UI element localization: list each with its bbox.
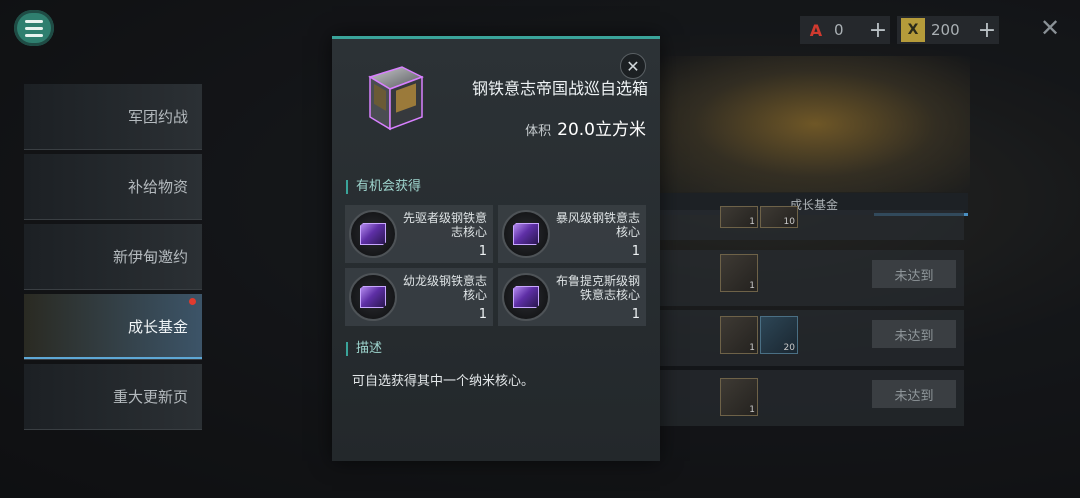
not-reached-button[interactable]: 未达到 bbox=[872, 320, 956, 348]
alliance-credit-icon: A bbox=[809, 20, 823, 40]
reward-count: 1 bbox=[478, 307, 487, 322]
core-icon bbox=[502, 210, 550, 258]
menu-icon bbox=[25, 18, 43, 39]
reward-name: 先驱者级钢铁意志核心 bbox=[402, 211, 487, 239]
add-currency-button[interactable]: + bbox=[975, 18, 999, 43]
reward-card[interactable]: 先驱者级钢铁意志核心 1 bbox=[345, 205, 493, 263]
volume-label: 体积 bbox=[525, 124, 552, 139]
reward-card[interactable]: 幼龙级钢铁意志核心 1 bbox=[345, 268, 493, 326]
rewards-section-label: 有机会获得 bbox=[346, 180, 421, 194]
fund-banner-image bbox=[660, 56, 970, 192]
currency-value: 200 bbox=[931, 21, 960, 39]
core-icon bbox=[349, 273, 397, 321]
reward-item[interactable]: 1 bbox=[720, 378, 758, 416]
fund-row: 1 10 bbox=[660, 206, 964, 240]
not-reached-button[interactable]: 未达到 bbox=[872, 260, 956, 288]
menu-button[interactable] bbox=[14, 10, 54, 46]
sidebar-item-new-eden-invite[interactable]: 新伊甸邀约 bbox=[24, 224, 202, 290]
core-icon bbox=[502, 273, 550, 321]
description-section-label: 描述 bbox=[346, 342, 382, 356]
currency-alliance: A 0 + bbox=[800, 16, 890, 44]
item-detail-popup: ✕ 钢铁意志帝国战巡自选箱 体积 20.0立方米 有机会获得 先驱者级钢铁意志核… bbox=[332, 36, 660, 461]
fund-row: 1 20 未达到 bbox=[660, 310, 964, 366]
sidebar-item-growth-fund[interactable]: 成长基金 bbox=[24, 294, 202, 360]
description-text: 可自选获得其中一个纳米核心。 bbox=[352, 374, 535, 389]
sidebar-item-label: 重大更新页 bbox=[112, 388, 188, 406]
currency-gold: X 200 + bbox=[897, 16, 999, 44]
close-icon[interactable]: ✕ bbox=[1040, 14, 1060, 42]
reward-name: 布鲁提克斯级钢铁意志核心 bbox=[555, 274, 640, 302]
currency-value: 0 bbox=[834, 21, 844, 39]
gold-token-icon: X bbox=[901, 18, 925, 42]
sidebar-item-label: 军团约战 bbox=[127, 108, 188, 126]
core-icon bbox=[349, 210, 397, 258]
sidebar: 军团约战 补给物资 新伊甸邀约 成长基金 重大更新页 bbox=[24, 84, 202, 434]
popup-close-button[interactable]: ✕ bbox=[620, 53, 646, 79]
reward-count: 1 bbox=[478, 244, 487, 259]
close-icon: ✕ bbox=[626, 56, 640, 76]
add-currency-button[interactable]: + bbox=[866, 18, 890, 43]
reward-card[interactable]: 布鲁提克斯级钢铁意志核心 1 bbox=[498, 268, 646, 326]
fund-row: 1 未达到 bbox=[660, 250, 964, 306]
reward-item[interactable]: 20 bbox=[760, 316, 798, 354]
reward-count: 1 bbox=[631, 307, 640, 322]
crate-icon bbox=[368, 66, 424, 131]
volume-value: 20.0立方米 bbox=[557, 120, 646, 140]
popup-title: 钢铁意志帝国战巡自选箱 bbox=[471, 79, 648, 98]
reward-item[interactable]: 10 bbox=[760, 206, 798, 228]
sidebar-item-legion-battle[interactable]: 军团约战 bbox=[24, 84, 202, 150]
notification-dot bbox=[189, 298, 196, 305]
volume-info: 体积 20.0立方米 bbox=[525, 115, 646, 140]
sidebar-item-label: 补给物资 bbox=[127, 178, 188, 196]
reward-name: 暴风级钢铁意志核心 bbox=[555, 211, 640, 239]
not-reached-button[interactable]: 未达到 bbox=[872, 380, 956, 408]
sidebar-item-supplies[interactable]: 补给物资 bbox=[24, 154, 202, 220]
reward-name: 幼龙级钢铁意志核心 bbox=[402, 274, 487, 302]
sidebar-item-label: 新伊甸邀约 bbox=[112, 248, 188, 266]
sidebar-item-label: 成长基金 bbox=[127, 318, 188, 336]
reward-count: 1 bbox=[631, 244, 640, 259]
sidebar-item-major-update[interactable]: 重大更新页 bbox=[24, 364, 202, 430]
fund-row: 1 未达到 bbox=[660, 370, 964, 426]
reward-item[interactable]: 1 bbox=[720, 254, 758, 292]
reward-item[interactable]: 1 bbox=[720, 316, 758, 354]
reward-item[interactable]: 1 bbox=[720, 206, 758, 228]
reward-card[interactable]: 暴风级钢铁意志核心 1 bbox=[498, 205, 646, 263]
